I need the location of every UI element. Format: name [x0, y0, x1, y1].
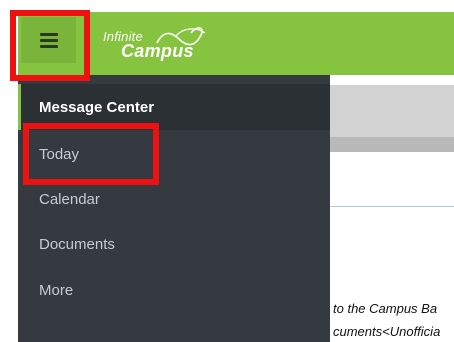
app-header: [18, 12, 454, 75]
infinite-campus-logo[interactable]: Infinite Campus: [103, 25, 223, 65]
nav-item-today[interactable]: Today: [18, 131, 330, 177]
content-header-band: [330, 85, 454, 137]
nav-item-label: Message Center: [39, 98, 155, 116]
nav-item-more[interactable]: More: [18, 267, 330, 313]
nav-item-label: Today: [39, 145, 80, 163]
nav-item-label: Calendar: [39, 190, 100, 208]
content-text-line: cuments<Unofficia: [333, 324, 441, 339]
nav-item-message-center[interactable]: Message Center: [18, 84, 330, 130]
nav-item-documents[interactable]: Documents: [18, 221, 330, 267]
content-divider: [330, 206, 454, 207]
infinity-swoosh-icon: [156, 27, 206, 46]
navigation-drawer: Message Center Today Calendar Documents …: [18, 75, 330, 342]
nav-item-label: Documents: [39, 235, 115, 253]
menu-button[interactable]: [21, 17, 76, 63]
nav-item-calendar[interactable]: Calendar: [18, 176, 330, 222]
hamburger-menu-icon: [39, 32, 58, 48]
app-window: Infinite Campus to the Campus Ba cuments…: [0, 0, 454, 342]
content-subheader-band: [330, 137, 454, 152]
nav-item-label: More: [39, 281, 74, 299]
content-text-line: to the Campus Ba: [333, 301, 438, 316]
